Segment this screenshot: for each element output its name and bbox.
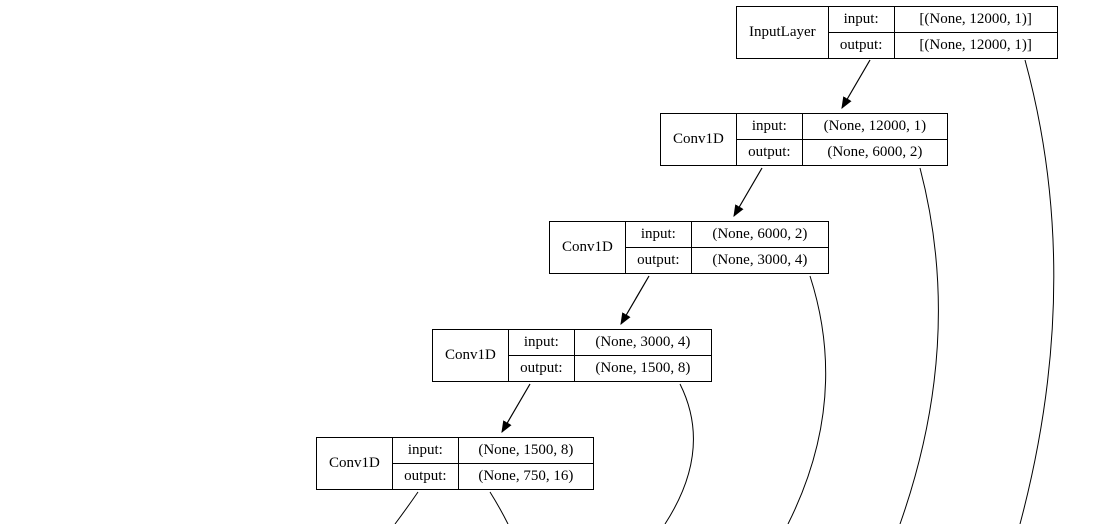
skip-edge-4b xyxy=(490,492,508,524)
io-input-label: input: xyxy=(393,438,459,463)
skip-edge-1 xyxy=(900,168,938,524)
io-output-value: (None, 1500, 8) xyxy=(575,356,711,381)
layer-node-conv1d-2: Conv1D input: (None, 6000, 2) output: (N… xyxy=(549,221,829,274)
io-input-label: input: xyxy=(509,330,575,355)
io-output-label: output: xyxy=(829,33,895,58)
io-output-label: output: xyxy=(626,248,692,273)
skip-edge-0 xyxy=(1020,60,1054,524)
io-output-value: (None, 750, 16) xyxy=(459,464,593,489)
layer-node-conv1d-1: Conv1D input: (None, 12000, 1) output: (… xyxy=(660,113,948,166)
skip-edge-2 xyxy=(788,276,826,524)
io-input-value: (None, 12000, 1) xyxy=(803,114,947,139)
layer-type-label: Conv1D xyxy=(661,114,737,165)
layer-node-input: InputLayer input: [(None, 12000, 1)] out… xyxy=(736,6,1058,59)
io-input-label: input: xyxy=(626,222,692,247)
io-output-label: output: xyxy=(737,140,803,165)
io-input-label: input: xyxy=(829,7,895,32)
io-input-value: (None, 3000, 4) xyxy=(575,330,711,355)
layer-type-label: Conv1D xyxy=(550,222,626,273)
edge-2-3 xyxy=(621,276,649,324)
layer-type-label: Conv1D xyxy=(317,438,393,489)
io-output-label: output: xyxy=(509,356,575,381)
io-output-label: output: xyxy=(393,464,459,489)
io-input-label: input: xyxy=(737,114,803,139)
io-input-value: [(None, 12000, 1)] xyxy=(895,7,1057,32)
skip-edge-4a xyxy=(395,492,418,524)
io-input-value: (None, 1500, 8) xyxy=(459,438,593,463)
io-output-value: (None, 3000, 4) xyxy=(692,248,828,273)
io-output-value: [(None, 12000, 1)] xyxy=(895,33,1057,58)
skip-edge-3 xyxy=(665,384,693,524)
layer-type-label: InputLayer xyxy=(737,7,829,58)
layer-node-conv1d-3: Conv1D input: (None, 3000, 4) output: (N… xyxy=(432,329,712,382)
layer-type-label: Conv1D xyxy=(433,330,509,381)
edge-0-1 xyxy=(842,60,870,108)
edge-1-2 xyxy=(734,168,762,216)
io-output-value: (None, 6000, 2) xyxy=(803,140,947,165)
layer-node-conv1d-4: Conv1D input: (None, 1500, 8) output: (N… xyxy=(316,437,594,490)
edge-3-4 xyxy=(502,384,530,432)
io-input-value: (None, 6000, 2) xyxy=(692,222,828,247)
